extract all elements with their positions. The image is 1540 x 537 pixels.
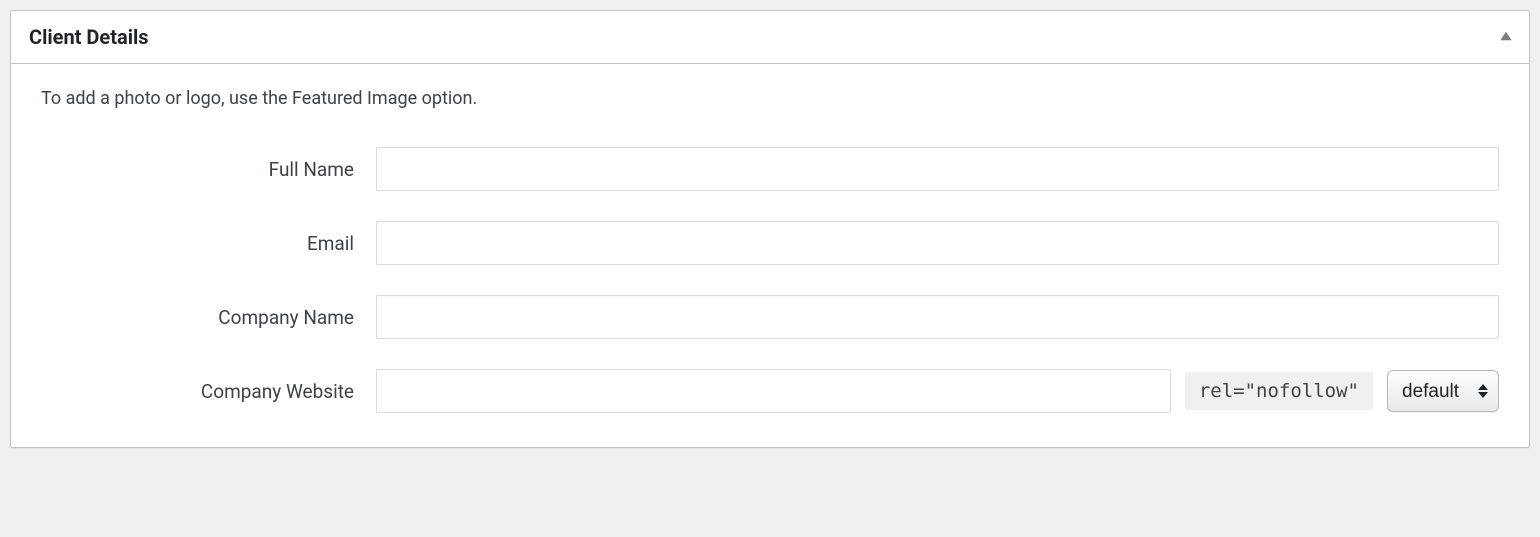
company-website-input[interactable]	[376, 369, 1171, 413]
panel-title: Client Details	[11, 11, 167, 63]
panel-header: Client Details	[11, 11, 1529, 64]
rel-select[interactable]: default	[1402, 381, 1464, 402]
panel-body: To add a photo or logo, use the Featured…	[11, 64, 1529, 447]
row-company-name: Company Name	[41, 295, 1499, 339]
company-name-input[interactable]	[376, 295, 1499, 339]
row-email: Email	[41, 221, 1499, 265]
label-full-name: Full Name	[41, 158, 376, 181]
triangle-up-icon	[1499, 29, 1513, 46]
rel-nofollow-label: rel="nofollow"	[1185, 372, 1373, 410]
panel-toggle-button[interactable]	[1483, 13, 1529, 61]
label-email: Email	[41, 232, 376, 255]
row-company-website: Company Website rel="nofollow" default	[41, 369, 1499, 413]
select-arrows-icon	[1478, 384, 1488, 398]
label-company-website: Company Website	[41, 380, 376, 403]
email-input[interactable]	[376, 221, 1499, 265]
client-details-panel: Client Details To add a photo or logo, u…	[10, 10, 1530, 448]
rel-select-wrap[interactable]: default	[1387, 370, 1499, 412]
full-name-input[interactable]	[376, 147, 1499, 191]
row-full-name: Full Name	[41, 147, 1499, 191]
panel-hint: To add a photo or logo, use the Featured…	[41, 88, 1499, 109]
company-website-group: rel="nofollow" default	[376, 369, 1499, 413]
label-company-name: Company Name	[41, 306, 376, 329]
